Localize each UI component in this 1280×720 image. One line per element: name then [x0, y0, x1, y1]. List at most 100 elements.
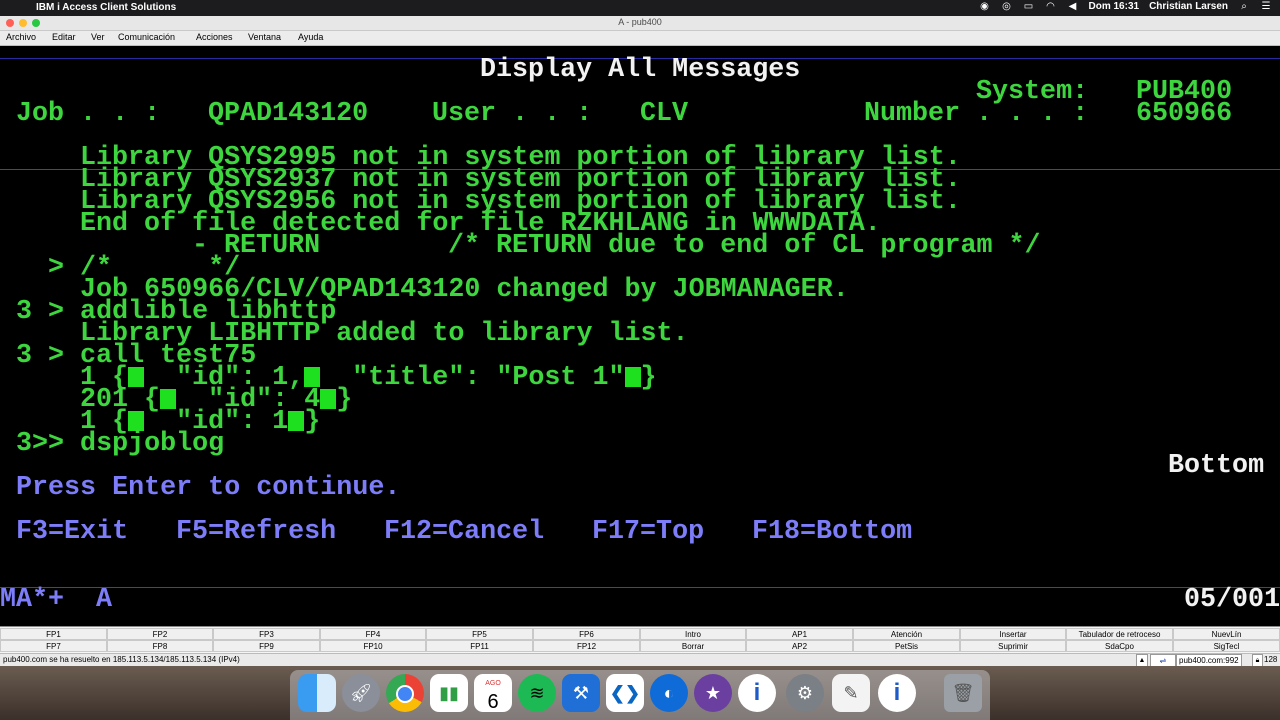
terminal-screen[interactable]: Display All Messages System: PUB400 Job …	[0, 46, 1280, 626]
user-name[interactable]: Christian Larsen	[1149, 1, 1228, 12]
numbers-icon[interactable]: ▮▮	[430, 674, 468, 712]
screen-title: Display All Messages	[480, 55, 801, 85]
keypad-button-ap1[interactable]: AP1	[746, 628, 853, 640]
nonprintable-char-block	[160, 389, 177, 409]
app-name[interactable]: IBM i Access Client Solutions	[36, 2, 176, 13]
keypad-button-ap2[interactable]: AP2	[746, 640, 853, 652]
keypad-button-fp10[interactable]: FP10	[320, 640, 426, 652]
keypad-button-sigtecl[interactable]: SigTecl	[1173, 640, 1280, 652]
keypad-button-suprimir[interactable]: Suprimir	[960, 640, 1066, 652]
calendar-month: AGO	[485, 680, 501, 687]
number-value: 650966	[1136, 99, 1233, 129]
nonprintable-char-block	[288, 411, 305, 431]
search-icon[interactable]: ⌕	[1238, 1, 1250, 12]
menu-ayuda[interactable]: Ayuda	[298, 32, 323, 42]
job-label: Job . . :	[16, 99, 161, 129]
nonprintable-char-block	[128, 411, 145, 431]
json-text: }	[640, 363, 657, 393]
imovie-icon[interactable]: ★	[694, 674, 732, 712]
window-title: A - pub400	[618, 17, 662, 27]
keypad-button-insertar[interactable]: Insertar	[960, 628, 1066, 640]
keypad-button-fp8[interactable]: FP8	[107, 640, 213, 652]
volume-icon[interactable]: ◀	[1067, 1, 1079, 12]
keypad-button-borrar[interactable]: Borrar	[640, 640, 746, 652]
oia-status: MA*+	[0, 585, 65, 615]
json-text: "title": "Post 1"	[352, 363, 625, 393]
clock[interactable]: Dom 16:31	[1089, 1, 1140, 12]
menu-editar[interactable]: Editar	[52, 32, 76, 42]
keypad-button-fp5[interactable]: FP5	[426, 628, 533, 640]
calendar-icon[interactable]: AGO 6	[474, 674, 512, 713]
f5-refresh-key[interactable]: F5=Refresh	[176, 519, 336, 546]
keypad-button-nuevlin[interactable]: NuevLín	[1173, 628, 1280, 640]
keypad-button-fp9[interactable]: FP9	[213, 640, 320, 652]
record-icon[interactable]: ◉	[979, 1, 991, 12]
keypad-button-fp2[interactable]: FP2	[107, 628, 213, 640]
f12-cancel-key[interactable]: F12=Cancel	[384, 519, 544, 546]
nonprintable-char-block	[304, 367, 321, 387]
nonprintable-char-block	[320, 389, 337, 409]
json-text: }	[336, 385, 353, 415]
dock: 🚀︎ ▮▮ AGO 6 ≋ ⚒︎ ❮❯ ◐ ★ i ⚙︎ ✎ i 🗑︎	[0, 666, 1280, 720]
finder-icon[interactable]	[298, 674, 336, 712]
ibm-i-acs-icon-2[interactable]: i	[878, 674, 916, 712]
airdrop-icon[interactable]: ◎	[1001, 1, 1013, 12]
user-label: User . . :	[432, 99, 593, 129]
keypad: FP1 FP2 FP3 FP4 FP5 FP6 Intro AP1 Atenci…	[0, 626, 1280, 653]
trash-icon[interactable]: 🗑︎	[944, 674, 982, 712]
spotify-icon[interactable]: ≋	[518, 674, 556, 712]
oia-divider	[0, 587, 1280, 588]
ibm-i-acs-icon[interactable]: i	[738, 674, 776, 712]
airplay-icon[interactable]: ▭	[1023, 1, 1035, 12]
command-line: 3>> dspjoblog	[16, 429, 225, 459]
f3-exit-key[interactable]: F3=Exit	[16, 519, 128, 546]
control-center-icon[interactable]: ☰	[1260, 1, 1272, 12]
nonprintable-char-block	[624, 367, 641, 387]
cipher-bits: 128	[1264, 655, 1278, 664]
keypad-button-intro[interactable]: Intro	[640, 628, 746, 640]
menu-acciones[interactable]: Acciones	[196, 32, 233, 42]
status-area: ◉ ◎ ▭ ◠ ◀ Dom 16:31 Christian Larsen ⌕ ☰	[979, 1, 1273, 12]
system-preferences-icon[interactable]: ⚙︎	[786, 674, 824, 712]
calendar-day: 6	[487, 691, 499, 713]
menu-ver[interactable]: Ver	[91, 32, 105, 42]
cursor-position: 05/001	[1184, 585, 1280, 615]
keypad-button-tabulador-retroceso[interactable]: Tabulador de retroceso	[1066, 628, 1173, 640]
number-label: Number . . . :	[864, 99, 1089, 129]
xcode-icon[interactable]: ⚒︎	[562, 674, 600, 712]
textedit-icon[interactable]: ✎	[832, 674, 870, 712]
job-value: QPAD143120	[208, 99, 369, 129]
menu-archivo[interactable]: Archivo	[6, 32, 36, 42]
wifi-icon[interactable]: ◠	[1045, 1, 1057, 12]
json-text: }	[304, 407, 321, 437]
app-menu-bar: Archivo Editar Ver Comunicación Acciones…	[0, 31, 1280, 46]
keypad-button-fp6[interactable]: FP6	[533, 628, 640, 640]
message-line: /* RETURN due to end of CL program */	[448, 231, 1041, 261]
keypad-button-fp12[interactable]: FP12	[533, 640, 640, 652]
menu-comunicacion[interactable]: Comunicación	[118, 32, 175, 42]
keypad-button-atencion[interactable]: Atención	[853, 628, 960, 640]
edge-icon[interactable]: ◐	[650, 674, 688, 712]
more-indicator: Bottom	[1168, 451, 1265, 481]
keypad-button-fp7[interactable]: FP7	[0, 640, 107, 652]
macos-menu-bar: IBM i Access Client Solutions ◉ ◎ ▭ ◠ ◀ …	[0, 0, 1280, 16]
vscode-icon[interactable]: ❮❯	[606, 674, 644, 712]
keypad-button-petsis[interactable]: PetSis	[853, 640, 960, 652]
enter-prompt: Press Enter to continue.	[16, 473, 401, 503]
keypad-button-fp1[interactable]: FP1	[0, 628, 107, 640]
launchpad-icon[interactable]: 🚀︎	[342, 674, 380, 712]
keypad-button-fp4[interactable]: FP4	[320, 628, 426, 640]
f17-top-key[interactable]: F17=Top	[592, 519, 704, 546]
json-output-line: 1 { "id": 1, "title": "Post 1"}	[80, 365, 657, 392]
keypad-button-sdacpo[interactable]: SdaCpo	[1066, 640, 1173, 652]
keypad-button-fp11[interactable]: FP11	[426, 640, 533, 652]
f18-bottom-key[interactable]: F18=Bottom	[752, 519, 912, 546]
menu-ventana[interactable]: Ventana	[248, 32, 281, 42]
chrome-icon[interactable]	[386, 674, 424, 712]
window-title-bar: A - pub400	[0, 16, 1280, 31]
keypad-button-fp3[interactable]: FP3	[213, 628, 320, 640]
oia-session: A	[96, 585, 113, 615]
nonprintable-char-block	[128, 367, 145, 387]
connection-message: pub400.com se ha resuelto en 185.113.5.1…	[3, 655, 240, 664]
status-bar: pub400.com se ha resuelto en 185.113.5.1…	[0, 653, 1280, 667]
